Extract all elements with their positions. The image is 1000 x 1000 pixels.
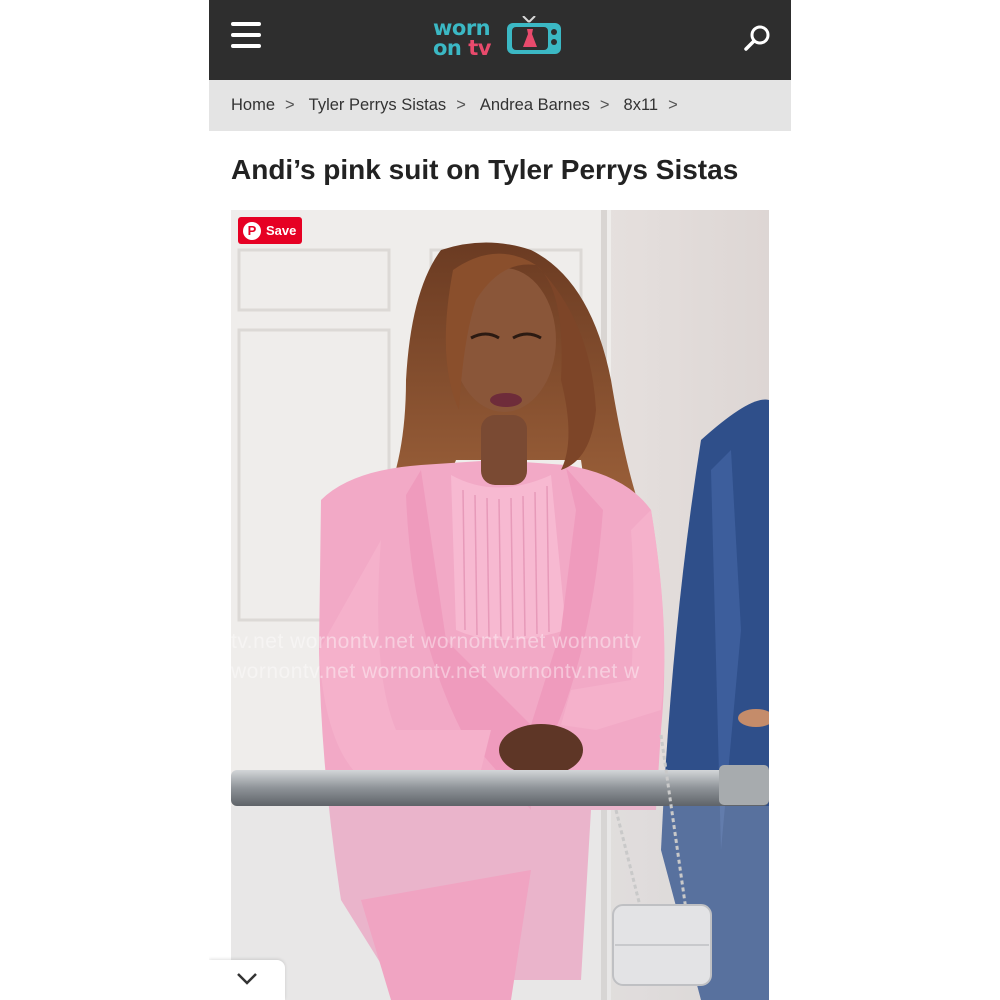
breadcrumb-item-home[interactable]: Home [231, 96, 275, 115]
breadcrumb-separator: > [456, 96, 466, 114]
breadcrumb-separator: > [668, 96, 678, 114]
save-button-label: Save [266, 223, 297, 238]
page-title: Andi’s pink suit on Tyler Perrys Sistas [231, 154, 739, 185]
breadcrumb-separator: > [285, 96, 295, 114]
pinterest-save-button[interactable]: P Save [238, 217, 303, 244]
collapse-toggle-button[interactable] [209, 960, 285, 1000]
watermark-line: wornontv.net wornontv.net wornontv.net w [231, 660, 640, 683]
logo-text-on: on [433, 36, 469, 60]
pinterest-icon: P [243, 221, 261, 240]
top-bar: worn on tv [209, 0, 791, 80]
outfit-photo-illustration [231, 210, 769, 1000]
site-logo[interactable]: worn on tv [429, 8, 574, 70]
menu-button[interactable] [231, 22, 261, 48]
logo-text-ontv: on tv [433, 38, 491, 59]
search-button[interactable] [743, 23, 773, 53]
logo-text-tv: tv [468, 36, 491, 60]
outfit-photo[interactable]: tv.net wornontv.net wornontv.net wornont… [231, 210, 769, 1000]
page: worn on tv Home > Tyler Perrys Sistas > [209, 0, 791, 1000]
breadcrumb-item-character[interactable]: Andrea Barnes [480, 96, 590, 115]
breadcrumb-separator: > [599, 96, 610, 114]
breadcrumb: Home > Tyler Perrys Sistas > Andrea Barn… [209, 80, 791, 131]
watermark-line: tv.net wornontv.net wornontv.net wornont… [231, 630, 642, 653]
breadcrumb-item-show[interactable]: Tyler Perrys Sistas [309, 96, 447, 115]
breadcrumb-item-episode[interactable]: 8x11 [624, 96, 659, 115]
chevron-down-icon [237, 973, 257, 985]
tv-dress-icon [507, 16, 561, 54]
search-icon [744, 25, 770, 51]
